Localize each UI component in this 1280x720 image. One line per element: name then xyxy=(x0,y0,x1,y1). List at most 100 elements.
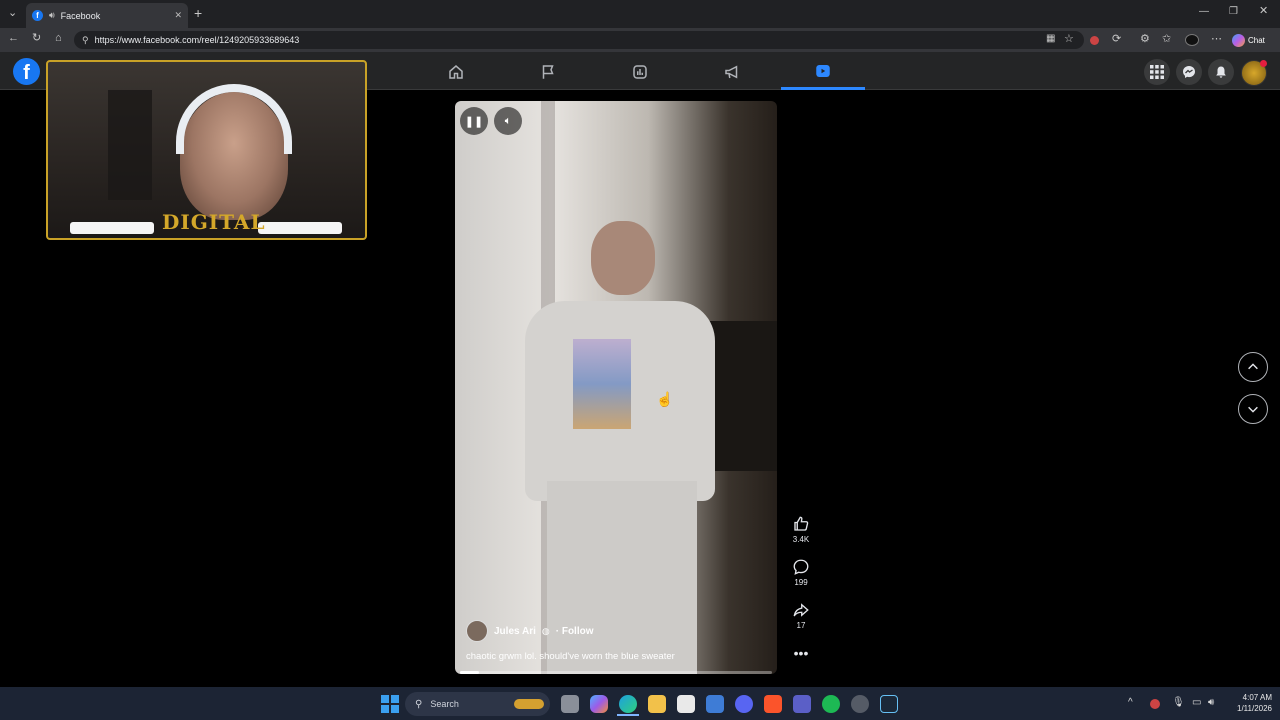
more-menu-icon[interactable]: ⋯ xyxy=(1211,34,1222,45)
bell-icon xyxy=(1216,66,1226,78)
messenger-button[interactable] xyxy=(1176,59,1202,85)
split-screen-icon[interactable]: ⚙ xyxy=(1140,34,1150,45)
facebook-favicon-icon: f xyxy=(32,10,43,21)
menu-button[interactable] xyxy=(1144,59,1170,85)
tab-home[interactable] xyxy=(414,54,498,90)
tab-advertise[interactable] xyxy=(690,54,774,90)
network-icon[interactable]: ▭ xyxy=(1192,697,1201,708)
task-view-icon[interactable] xyxy=(561,695,579,713)
facebook-logo[interactable]: f xyxy=(13,58,40,85)
follow-button[interactable]: · Follow xyxy=(556,626,594,637)
reel-progress-bar[interactable] xyxy=(460,671,772,674)
dashboard-icon xyxy=(633,65,647,79)
tab-reels[interactable] xyxy=(781,54,865,90)
bookmark-star-icon[interactable]: ☆ xyxy=(1064,34,1074,45)
tab-dashboard[interactable] xyxy=(598,54,682,90)
author-name[interactable]: Jules Ari xyxy=(494,626,536,637)
copilot-chat-button[interactable]: Chat xyxy=(1232,32,1276,48)
tab-pages[interactable] xyxy=(506,54,590,90)
file-explorer-icon[interactable] xyxy=(648,695,666,713)
volume-tray-icon[interactable]: 🔊︎ xyxy=(1208,697,1214,708)
copilot-icon xyxy=(1232,33,1245,47)
browser-tab-bar xyxy=(0,0,1280,28)
profile-avatar[interactable] xyxy=(1185,34,1199,46)
windows-taskbar xyxy=(0,687,1280,720)
pause-button[interactable]: ❚❚ xyxy=(460,107,488,135)
taskbar-clock[interactable]: 4:07 AM 1/11/2026 xyxy=(1228,692,1272,714)
notifications-button[interactable] xyxy=(1208,59,1234,85)
minimize-icon[interactable]: — xyxy=(1199,7,1209,17)
person-head xyxy=(591,221,655,295)
tab-close-icon[interactable]: ✕ xyxy=(174,10,182,21)
facebook-logo-letter: f xyxy=(23,62,30,84)
previous-reel-button[interactable] xyxy=(1238,352,1268,382)
more-dots-icon: ••• xyxy=(793,645,809,661)
chevron-down-icon xyxy=(1248,406,1258,413)
comment-button[interactable]: 199 xyxy=(786,558,816,587)
reel-video[interactable]: ❚❚ 🔈︎ xyxy=(455,101,777,674)
brave-icon[interactable] xyxy=(764,695,782,713)
share-button[interactable]: 17 xyxy=(786,601,816,630)
tab-title: Facebook xyxy=(60,10,101,21)
edge-app-icon[interactable] xyxy=(619,695,637,713)
like-count: 3.4K xyxy=(792,535,810,544)
tray-app-icon[interactable] xyxy=(1150,699,1160,709)
grid-menu-icon xyxy=(1150,65,1164,79)
author-avatar[interactable] xyxy=(466,620,488,642)
clock-time: 4:07 AM xyxy=(1242,693,1272,702)
chat-label: Chat xyxy=(1248,35,1265,45)
mouse-cursor-icon: ☝ xyxy=(656,391,674,407)
chevron-up-icon xyxy=(1248,363,1258,370)
extensions-puzzle-icon[interactable]: ⟳ xyxy=(1112,34,1121,45)
home-icon[interactable]: ⌂ xyxy=(55,33,62,44)
spotify-icon[interactable] xyxy=(822,695,840,713)
browser-tab[interactable]: f 🔊︎ Facebook ✕ xyxy=(26,3,188,28)
maximize-icon[interactable]: ❐ xyxy=(1229,7,1238,17)
overlay-panel-left xyxy=(70,222,154,234)
share-count: 17 xyxy=(796,621,806,630)
back-icon[interactable]: ← xyxy=(8,33,19,44)
headset-band xyxy=(176,84,292,154)
flag-icon xyxy=(542,65,554,79)
copilot-app-icon[interactable] xyxy=(590,695,608,713)
webcam-overlay-text: DIGITAL xyxy=(162,210,266,234)
discord-icon[interactable] xyxy=(735,695,753,713)
chatgpt-icon[interactable] xyxy=(851,695,869,713)
taskbar-search[interactable]: ⚲ Search xyxy=(405,692,550,716)
site-info-icon[interactable]: ⚲ xyxy=(82,35,89,45)
volume-button[interactable]: 🔈︎ xyxy=(494,107,522,135)
extension-icon[interactable] xyxy=(1090,36,1099,45)
speaker-icon[interactable]: 🔊︎ xyxy=(49,11,55,20)
url-text: https://www.facebook.com/reel/1249205933… xyxy=(94,35,300,45)
new-tab-button[interactable]: + xyxy=(194,6,202,20)
background-shelf xyxy=(108,90,152,200)
reel-progress-fill xyxy=(460,671,479,674)
microphone-icon[interactable]: 🎙︎ xyxy=(1172,697,1185,708)
home-icon xyxy=(449,65,463,79)
store-icon[interactable] xyxy=(677,695,695,713)
pause-icon: ❚❚ xyxy=(464,115,484,128)
reader-view-icon[interactable]: ▦ xyxy=(1046,34,1055,44)
tab-list-chevron-icon[interactable]: ⌄ xyxy=(8,8,17,19)
volume-icon: 🔈︎ xyxy=(504,114,512,127)
mail-icon[interactable] xyxy=(706,695,724,713)
teams-icon[interactable] xyxy=(793,695,811,713)
messenger-icon xyxy=(1183,66,1195,78)
clock-date: 1/11/2026 xyxy=(1237,704,1272,713)
globe-icon: ◍ xyxy=(541,625,550,636)
reel-author-row[interactable]: Jules Ari ◍ · Follow xyxy=(466,620,594,642)
start-button[interactable] xyxy=(381,695,399,713)
next-reel-button[interactable] xyxy=(1238,394,1268,424)
reels-icon xyxy=(816,64,830,77)
edge-active-indicator xyxy=(617,714,639,716)
window-close-icon[interactable]: ✕ xyxy=(1259,6,1268,17)
more-options-button[interactable]: ••• xyxy=(786,645,816,661)
steam-icon[interactable] xyxy=(880,695,898,713)
reload-icon[interactable]: ↻ xyxy=(32,33,41,44)
favorites-icon[interactable]: ✩ xyxy=(1162,34,1171,45)
url-field[interactable]: ⚲ https://www.facebook.com/reel/12492059… xyxy=(74,31,1084,49)
person-sweatpants xyxy=(547,481,697,674)
like-button[interactable]: 3.4K xyxy=(786,515,816,544)
search-label: Search xyxy=(430,699,459,709)
tray-overflow-icon[interactable]: ^ xyxy=(1128,697,1133,708)
